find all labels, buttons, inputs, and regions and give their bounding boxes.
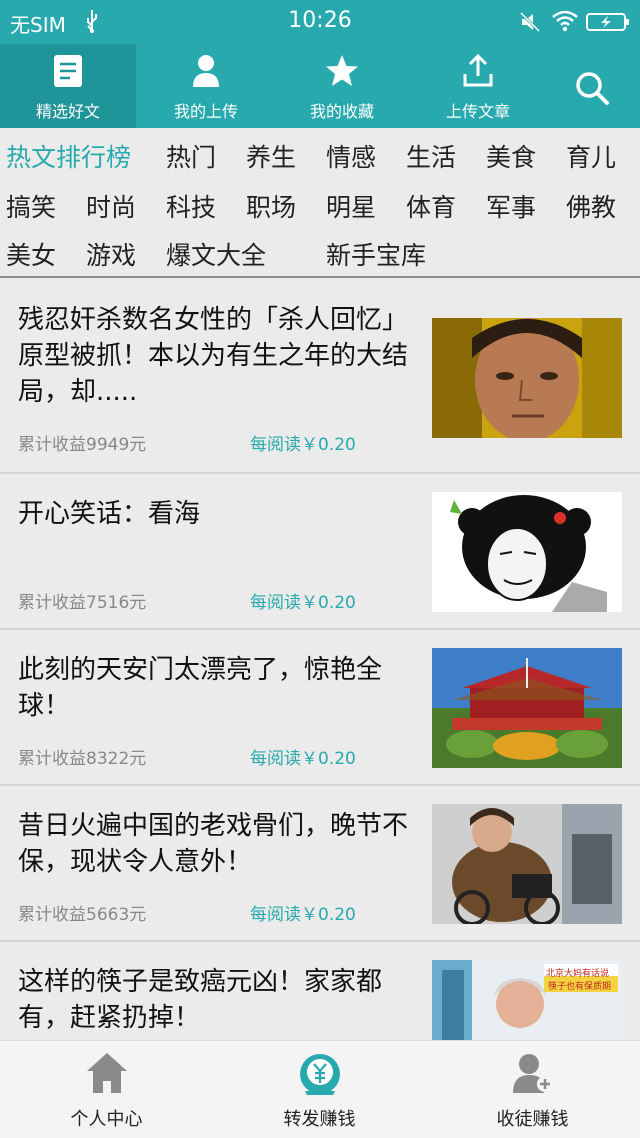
category-item[interactable]: 明星 (326, 188, 376, 224)
article-thumbnail (432, 318, 622, 438)
list-item[interactable]: 开心笑话：看海 累计收益7516元 每阅读￥0.20 (0, 474, 640, 630)
nav-share-earn[interactable]: 转发赚钱 (213, 1041, 426, 1138)
thumbnail-caption: 筷子也有保质期 (548, 982, 612, 992)
article-rate: 每阅读￥0.20 (250, 593, 356, 613)
category-item[interactable]: 新手宝库 (326, 236, 426, 272)
tab-my-uploads-label: 我的上传 (173, 102, 238, 121)
tab-my-uploads[interactable]: 我的上传 (138, 44, 274, 128)
category-item[interactable]: 热门 (166, 138, 216, 174)
document-icon (54, 55, 82, 87)
category-item[interactable]: 游戏 (86, 236, 136, 272)
home-icon (86, 1053, 127, 1093)
star-icon (326, 55, 358, 86)
article-earnings: 累计收益9949元 (18, 435, 147, 455)
coin-icon (299, 1054, 340, 1095)
list-item[interactable]: 残忍奸杀数名女性的「杀人回忆」原型被抓！本以为有生之年的大结局，却..... 累… (0, 280, 640, 474)
article-title: 昔日火遍中国的老戏骨们，晚节不保，现状令人意外！ (18, 811, 409, 877)
category-item[interactable]: 佛教 (566, 188, 616, 224)
article-thumbnail (432, 648, 622, 768)
category-hot-ranking[interactable]: 热文排行榜 (6, 138, 131, 174)
top-nav: 精选好文 我的上传 我的收藏 上传文章 (0, 44, 640, 128)
tab-upload-article-label: 上传文章 (445, 102, 510, 121)
tab-featured[interactable]: 精选好文 (0, 44, 136, 128)
category-item[interactable]: 体育 (406, 188, 456, 224)
person-icon (193, 55, 219, 87)
category-item[interactable]: 时尚 (86, 188, 136, 224)
category-item[interactable]: 育儿 (566, 138, 616, 174)
category-item[interactable]: 职场 (246, 188, 296, 224)
category-item[interactable]: 情感 (326, 138, 376, 174)
category-grid: 热文排行榜 热门 养生 情感 生活 美食 育儿 搞笑 时尚 科技 职场 明星 体… (0, 128, 640, 278)
upload-icon (463, 54, 493, 87)
article-rate: 每阅读￥0.20 (250, 435, 356, 455)
article-title: 残忍奸杀数名女性的「杀人回忆」原型被抓！本以为有生之年的大结局，却..... (18, 305, 409, 407)
article-earnings: 累计收益7516元 (18, 593, 147, 613)
category-item[interactable]: 科技 (166, 188, 216, 224)
list-item[interactable]: 此刻的天安门太漂亮了，惊艳全球！ 累计收益8322元 每阅读￥0.20 (0, 630, 640, 786)
article-title: 这样的筷子是致癌元凶！家家都有，赶紧扔掉！ (18, 967, 383, 1033)
wifi-icon (552, 10, 578, 32)
category-item[interactable]: 爆文大全 (166, 236, 266, 272)
clock: 10:26 (288, 8, 352, 33)
category-item[interactable]: 美食 (486, 138, 536, 174)
article-thumbnail (432, 492, 622, 612)
category-item[interactable]: 养生 (246, 138, 296, 174)
battery-icon (586, 13, 629, 31)
user-add-icon (512, 1054, 553, 1093)
category-item[interactable]: 搞笑 (6, 188, 56, 224)
tab-my-favorites[interactable]: 我的收藏 (274, 44, 410, 128)
category-item[interactable]: 生活 (406, 138, 456, 174)
thumbnail-caption: 北京大妈有话说 (546, 969, 610, 979)
article-rate: 每阅读￥0.20 (250, 749, 356, 769)
article-earnings: 累计收益8322元 (18, 749, 147, 769)
article-earnings: 累计收益5663元 (18, 905, 147, 925)
status-bar: 无SIM 10:26 (0, 0, 640, 44)
article-thumbnail (432, 804, 622, 924)
nav-recruit-earn[interactable]: 收徒赚钱 (426, 1041, 639, 1138)
mute-icon (519, 11, 541, 33)
tab-featured-label: 精选好文 (35, 102, 100, 121)
article-title: 开心笑话：看海 (18, 499, 201, 529)
nav-share-earn-label: 转发赚钱 (283, 1109, 356, 1130)
tab-upload-article[interactable]: 上传文章 (410, 44, 546, 128)
article-title: 此刻的天安门太漂亮了，惊艳全球！ (18, 655, 383, 721)
nav-personal-center-label: 个人中心 (70, 1109, 143, 1130)
article-rate: 每阅读￥0.20 (250, 905, 356, 925)
list-item[interactable]: 昔日火遍中国的老戏骨们，晚节不保，现状令人意外！ 累计收益5663元 每阅读￥0… (0, 786, 640, 942)
search-icon[interactable] (572, 68, 612, 108)
nav-recruit-earn-label: 收徒赚钱 (496, 1109, 569, 1130)
tab-my-favorites-label: 我的收藏 (309, 102, 374, 121)
category-item[interactable]: 军事 (486, 188, 536, 224)
category-item[interactable]: 美女 (6, 236, 56, 272)
bottom-nav: 个人中心 转发赚钱 收徒赚钱 (0, 1040, 640, 1138)
nav-personal-center[interactable]: 个人中心 (0, 1041, 213, 1138)
